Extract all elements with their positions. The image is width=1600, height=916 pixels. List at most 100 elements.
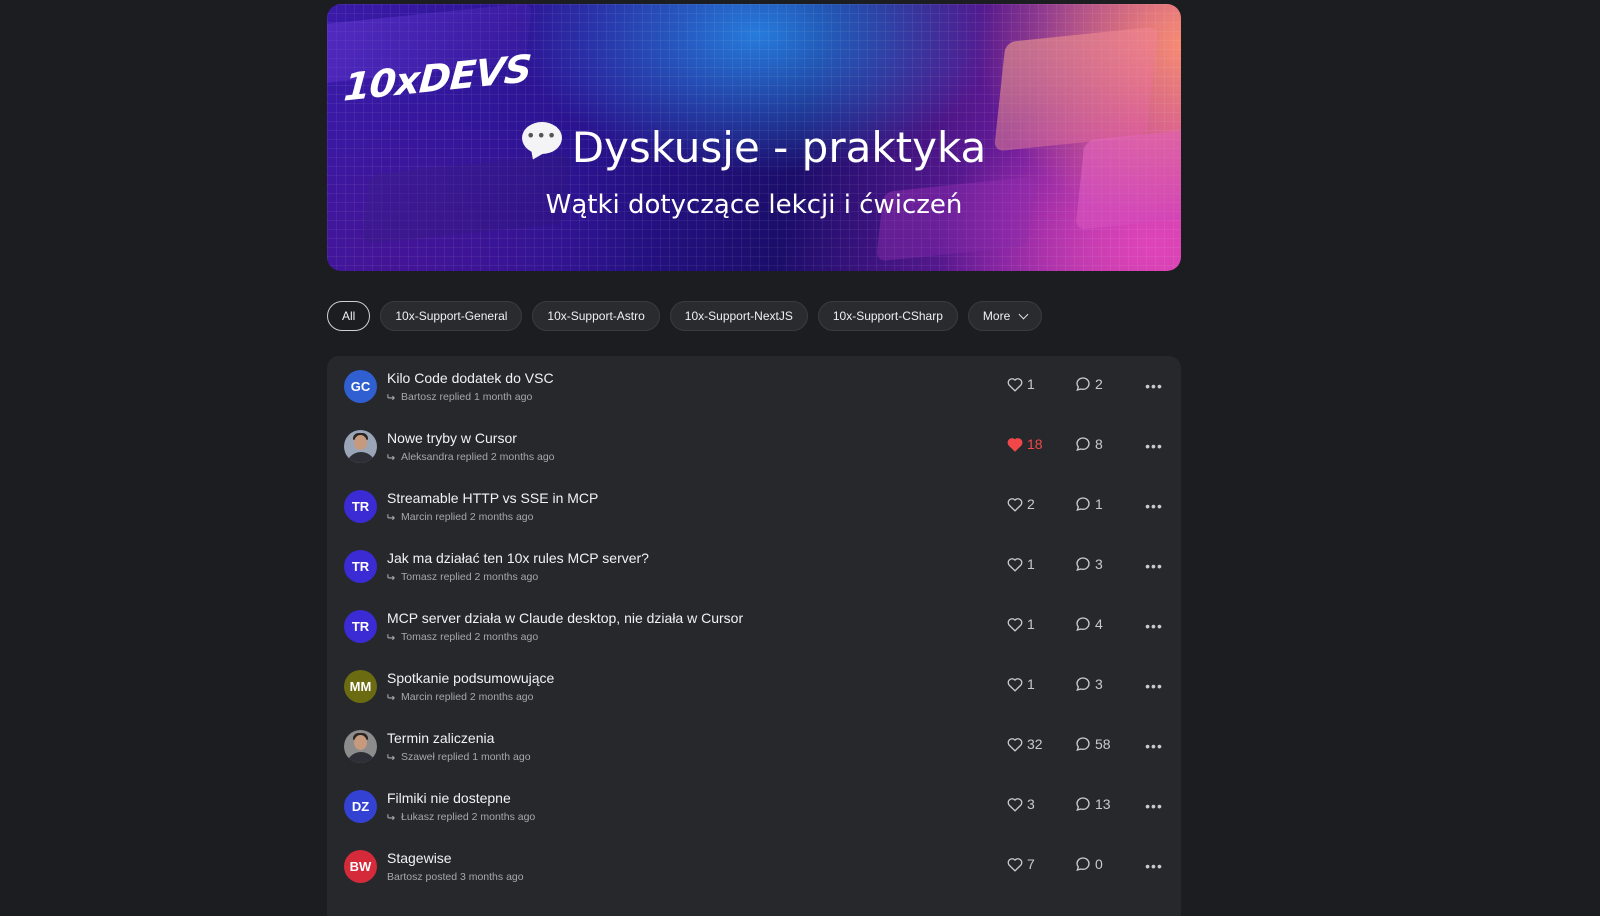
thread-title[interactable]: Streamable HTTP vs SSE in MCP	[387, 490, 598, 506]
comment-button[interactable]: 13	[1075, 796, 1111, 812]
more-filters-dropdown[interactable]: More	[967, 301, 1043, 331]
filter-chip-support-csharp[interactable]: 10x-Support-CSharp	[817, 301, 958, 331]
more-options-icon[interactable]: •••	[1144, 376, 1164, 396]
more-options-icon[interactable]: •••	[1144, 736, 1164, 756]
thread-title[interactable]: Stagewise	[387, 850, 452, 866]
filter-chip-label: All	[342, 309, 356, 323]
thread-title[interactable]: MCP server działa w Claude desktop, nie …	[387, 610, 743, 626]
avatar[interactable]: TR	[344, 490, 377, 523]
comment-button[interactable]: 8	[1075, 436, 1103, 452]
like-count: 32	[1027, 736, 1043, 752]
filter-chip-all[interactable]: All	[327, 301, 371, 331]
like-button[interactable]: 7	[1007, 856, 1035, 872]
filter-chip-label: 10x-Support-NextJS	[684, 309, 793, 323]
banner-title: Dyskusje - praktyka	[327, 122, 1181, 172]
comment-icon	[1076, 497, 1090, 512]
avatar[interactable]: BW	[344, 850, 377, 883]
like-count: 7	[1027, 856, 1035, 872]
thread-meta-text: Szaweł replied 1 month ago	[401, 751, 531, 763]
avatar[interactable]: MM	[344, 670, 377, 703]
reply-arrow-icon	[387, 754, 395, 761]
thread-row[interactable]: MM Spotkanie podsumowujące Marcin replied …	[327, 656, 1181, 716]
more-options-icon[interactable]: •••	[1144, 856, 1164, 876]
avatar[interactable]: GC	[344, 370, 377, 403]
avatar-photo-part	[354, 735, 367, 750]
comment-button[interactable]: 58	[1075, 736, 1111, 752]
chevron-down-icon	[1018, 309, 1029, 320]
thread-row[interactable]: TR Streamable HTTP vs SSE in MCP Marcin re…	[327, 476, 1181, 536]
heart-icon	[1007, 377, 1023, 392]
heart-icon	[1007, 797, 1023, 812]
comment-button[interactable]: 3	[1075, 556, 1103, 572]
more-options-icon[interactable]: •••	[1144, 676, 1164, 696]
heart-icon	[1007, 497, 1023, 512]
more-options-icon[interactable]: •••	[1144, 496, 1164, 516]
avatar[interactable]: TR	[344, 550, 377, 583]
filter-chip-label: 10x-Support-Astro	[547, 309, 645, 323]
thread-row[interactable]: TR Jak ma działać ten 10x rules MCP serve…	[327, 536, 1181, 596]
filter-chip-label: More	[982, 309, 1011, 323]
like-count: 2	[1027, 496, 1035, 512]
like-count: 3	[1027, 796, 1035, 812]
like-button[interactable]: 32	[1007, 736, 1043, 752]
avatar[interactable]: DZ	[344, 790, 377, 823]
thread-meta: Marcin replied 2 months ago	[387, 691, 534, 703]
thread-row[interactable]: GC Kilo Code dodatek do VSC Bartosz replie…	[327, 356, 1181, 416]
like-count: 1	[1027, 616, 1035, 632]
thread-meta: Tomasz replied 2 months ago	[387, 571, 538, 583]
thread-row[interactable]: TR MCP server działa w Claude desktop, ni…	[327, 596, 1181, 656]
thread-title[interactable]: Spotkanie podsumowujące	[387, 670, 554, 686]
thread-title[interactable]: Termin zaliczenia	[387, 730, 494, 746]
thread-title[interactable]: Filmiki nie dostepne	[387, 790, 511, 806]
like-button[interactable]: 1	[1007, 556, 1035, 572]
like-button[interactable]: 3	[1007, 796, 1035, 812]
more-options-icon[interactable]: •••	[1144, 556, 1164, 576]
heart-icon	[1007, 737, 1023, 752]
filter-chip-support-general[interactable]: 10x-Support-General	[380, 301, 523, 331]
thread-meta-text: Bartosz posted 3 months ago	[387, 871, 524, 883]
reply-arrow-icon	[387, 574, 395, 581]
thread-meta: Bartosz posted 3 months ago	[387, 871, 524, 883]
thread-title[interactable]: Kilo Code dodatek do VSC	[387, 370, 554, 386]
filter-chip-support-nextjs[interactable]: 10x-Support-NextJS	[669, 301, 808, 331]
comment-icon	[1076, 797, 1090, 812]
filter-chip-label: 10x-Support-General	[395, 309, 508, 323]
more-options-icon[interactable]: •••	[1144, 436, 1164, 456]
like-button[interactable]: 1	[1007, 376, 1035, 392]
comment-count: 58	[1095, 736, 1111, 752]
more-options-icon[interactable]: •••	[1144, 796, 1164, 816]
more-options-icon[interactable]: •••	[1144, 616, 1164, 636]
like-count: 1	[1027, 676, 1035, 692]
like-button[interactable]: 1	[1007, 616, 1035, 632]
avatar[interactable]	[344, 730, 377, 763]
reply-arrow-icon	[387, 394, 395, 401]
like-button[interactable]: 2	[1007, 496, 1035, 512]
thread-title[interactable]: Jak ma działać ten 10x rules MCP server?	[387, 550, 649, 566]
comment-button[interactable]: 3	[1075, 676, 1103, 692]
comment-button[interactable]: 4	[1075, 616, 1103, 632]
thread-meta-text: Tomasz replied 2 months ago	[401, 631, 539, 643]
like-button[interactable]: 1	[1007, 676, 1035, 692]
avatar[interactable]: TR	[344, 610, 377, 643]
heart-icon	[1007, 557, 1023, 572]
comment-count: 0	[1095, 856, 1103, 872]
comment-button[interactable]: 1	[1075, 496, 1103, 512]
reply-arrow-icon	[387, 514, 395, 521]
comment-count: 13	[1095, 796, 1111, 812]
filter-chip-support-astro[interactable]: 10x-Support-Astro	[532, 301, 660, 331]
comment-button[interactable]: 0	[1075, 856, 1103, 872]
thread-row[interactable]: Nowe tryby w Cursor Aleksandra replied 2 …	[327, 416, 1181, 476]
like-button[interactable]: 18	[1007, 436, 1043, 452]
like-count: 18	[1027, 436, 1043, 452]
filter-chip-label: 10x-Support-CSharp	[832, 309, 943, 323]
comment-button[interactable]: 2	[1075, 376, 1103, 392]
avatar[interactable]	[344, 430, 377, 463]
banner-title-text: Dyskusje - praktyka	[571, 123, 987, 172]
thread-row[interactable]: Termin zaliczenia Szaweł replied 1 month …	[327, 716, 1181, 776]
banner-subtitle: Wątki dotyczące lekcji i ćwiczeń	[545, 190, 963, 220]
avatar-photo-part	[346, 452, 376, 463]
comment-count: 8	[1095, 436, 1103, 452]
thread-row[interactable]: BW Stagewise Bartosz posted 3 months ago 7 0…	[327, 836, 1181, 896]
thread-row[interactable]: DZ Filmiki nie dostepne Łukasz replied 2 m…	[327, 776, 1181, 836]
thread-title[interactable]: Nowe tryby w Cursor	[387, 430, 517, 446]
